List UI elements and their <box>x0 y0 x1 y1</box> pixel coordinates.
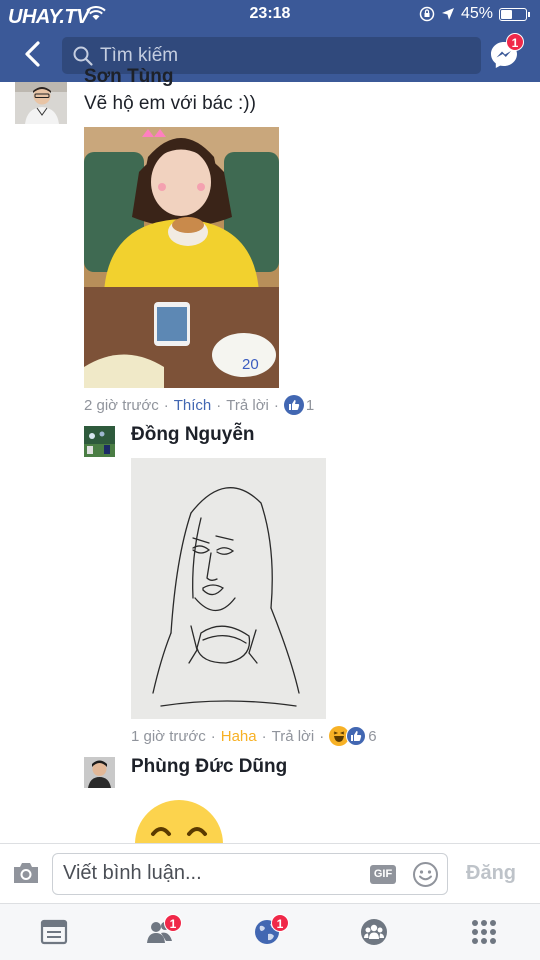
reaction-count[interactable]: 6 <box>368 728 376 745</box>
separator-dot: · <box>273 396 279 414</box>
search-input[interactable] <box>100 44 460 67</box>
laughing-emoji-icon <box>135 800 223 843</box>
comment-field[interactable]: GIF <box>52 853 448 895</box>
friend-requests-badge: 1 <box>164 914 182 932</box>
photo-girl-eating: 20 <box>84 127 279 388</box>
sketch-drawing <box>131 458 326 719</box>
like-icon[interactable] <box>283 395 304 415</box>
comment-text: Vẽ hộ em với bác :)) <box>84 93 256 114</box>
comment-photo[interactable]: 20 <box>84 127 279 388</box>
comment-time: 2 giờ trước <box>84 396 159 414</box>
status-indicators: 45% <box>419 5 530 23</box>
news-feed-icon[interactable] <box>39 917 69 947</box>
separator-dot: · <box>261 727 267 745</box>
comment-sketch[interactable] <box>131 458 326 719</box>
avatar[interactable] <box>15 82 67 124</box>
comment-author[interactable]: Đồng Nguyễn <box>131 424 255 446</box>
avatar-photo <box>15 82 67 124</box>
messenger-badge: 1 <box>506 33 524 51</box>
comment-meta: 1 giờ trước · Haha · Trả lời · 6 <box>131 726 377 746</box>
svg-text:20: 20 <box>242 356 259 373</box>
haha-link[interactable]: Haha <box>221 728 257 745</box>
comment-time: 1 giờ trước <box>131 727 206 745</box>
battery-percent: 45% <box>460 5 493 22</box>
search-icon <box>73 46 93 66</box>
emoji-sticker[interactable] <box>131 796 231 843</box>
post-button[interactable]: Đăng <box>466 862 516 885</box>
groups-icon[interactable] <box>359 917 389 947</box>
back-arrow-icon[interactable] <box>20 40 48 68</box>
separator-dot: · <box>319 727 325 745</box>
comment-composer: GIF Đăng <box>0 843 540 903</box>
bottom-tab-bar: 1 1 <box>0 903 540 960</box>
gif-button[interactable]: GIF <box>370 865 396 884</box>
separator-dot: · <box>216 396 222 414</box>
avatar-photo <box>84 757 115 788</box>
top-navigation-bar: UHAY.TV 23:18 45% Tìm kiếm 1 <box>0 0 540 82</box>
avatar-photo <box>84 426 115 457</box>
avatar[interactable] <box>84 757 115 788</box>
status-bar: UHAY.TV 23:18 45% <box>0 0 540 28</box>
reply-link[interactable]: Trả lời <box>272 728 315 745</box>
location-icon <box>441 8 454 20</box>
comment-meta: 2 giờ trước · Thích · Trả lời · 1 <box>84 395 314 415</box>
like-icon[interactable] <box>346 726 367 746</box>
comment-author[interactable]: Phùng Đức Dũng <box>131 756 287 778</box>
separator-dot: · <box>163 396 169 414</box>
smiley-icon[interactable] <box>412 861 439 888</box>
reaction-count[interactable]: 1 <box>306 397 314 414</box>
like-link[interactable]: Thích <box>174 397 212 414</box>
battery-icon <box>499 7 527 21</box>
reply-link[interactable]: Trả lời <box>226 397 269 414</box>
comment-author[interactable]: Sơn Tùng <box>84 66 174 88</box>
camera-icon[interactable] <box>12 861 40 885</box>
menu-grid-icon[interactable] <box>469 917 499 947</box>
separator-dot: · <box>210 727 216 745</box>
comment-input[interactable] <box>63 862 363 885</box>
notifications-badge: 1 <box>271 914 289 932</box>
battery-nub <box>528 11 530 17</box>
avatar[interactable] <box>84 426 115 457</box>
orientation-lock-icon <box>419 6 435 22</box>
